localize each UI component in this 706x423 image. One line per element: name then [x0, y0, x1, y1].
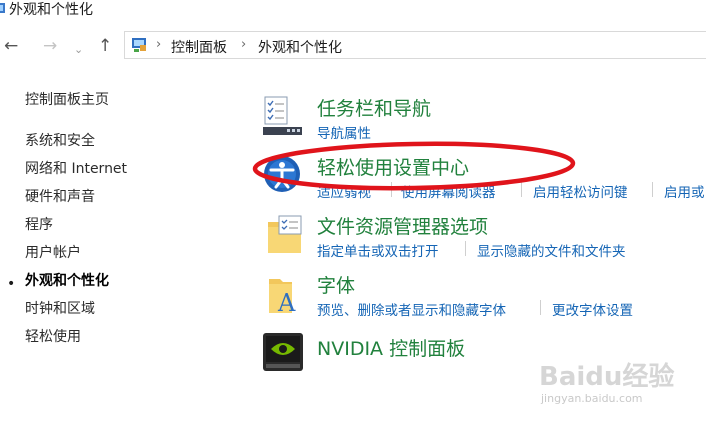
control-panel-icon	[132, 38, 146, 52]
recent-locations-button[interactable]: ⌄	[74, 40, 83, 60]
link-separator	[540, 300, 541, 315]
watermark-url: jingyan.baidu.com	[541, 392, 643, 405]
sidebar-item-network[interactable]: 网络和 Internet	[25, 158, 127, 178]
active-item-bullet: •	[7, 276, 16, 292]
sidebar-item-ease-of-access[interactable]: 轻松使用	[25, 326, 81, 346]
breadcrumb-appearance[interactable]: 外观和个性化	[258, 37, 342, 57]
section-taskbar-title[interactable]: 任务栏和导航	[317, 94, 431, 121]
svg-text:A: A	[277, 289, 296, 315]
fonts-folder-icon: A	[269, 279, 296, 315]
taskbar-icon	[263, 96, 302, 135]
title-bar	[0, 0, 706, 22]
annotation-ellipse	[252, 141, 576, 191]
breadcrumb-separator: ›	[156, 37, 162, 52]
link-preview-fonts[interactable]: 预览、删除或者显示和隐藏字体	[317, 299, 506, 319]
sidebar-item-system-security[interactable]: 系统和安全	[25, 130, 95, 150]
sidebar-item-programs[interactable]: 程序	[25, 214, 53, 234]
breadcrumb-control-panel[interactable]: 控制面板	[171, 37, 227, 57]
link-single-double-click[interactable]: 指定单击或双击打开	[317, 240, 439, 260]
breadcrumb-separator: ›	[241, 37, 247, 52]
folder-options-icon	[268, 215, 302, 253]
section-fonts-title[interactable]: 字体	[317, 271, 355, 298]
sidebar-item-hardware-sound[interactable]: 硬件和声音	[25, 186, 95, 206]
nvidia-icon	[263, 333, 303, 371]
sidebar-item-appearance[interactable]: 外观和个性化	[25, 270, 109, 290]
link-separator	[465, 241, 466, 256]
link-enable-or[interactable]: 启用或	[664, 181, 706, 201]
link-separator	[652, 182, 653, 197]
forward-button[interactable]: →	[43, 36, 57, 56]
link-show-hidden-files[interactable]: 显示隐藏的文件和文件夹	[477, 240, 626, 260]
section-explorer-title[interactable]: 文件资源管理器选项	[317, 212, 488, 239]
up-button[interactable]: ↑	[98, 36, 112, 56]
link-change-font-settings[interactable]: 更改字体设置	[552, 299, 633, 319]
section-nvidia-title[interactable]: NVIDIA 控制面板	[317, 334, 465, 361]
sidebar-item-user-accounts[interactable]: 用户帐户	[25, 242, 81, 262]
watermark-logo: Baidu经验	[539, 362, 675, 392]
link-navigation-properties[interactable]: 导航属性	[317, 122, 371, 142]
back-button[interactable]: ←	[4, 36, 18, 56]
sidebar-home-link[interactable]: 控制面板主页	[25, 89, 109, 109]
sidebar-item-clock-region[interactable]: 时钟和区域	[25, 298, 95, 318]
window-title: 外观和个性化	[9, 2, 93, 18]
